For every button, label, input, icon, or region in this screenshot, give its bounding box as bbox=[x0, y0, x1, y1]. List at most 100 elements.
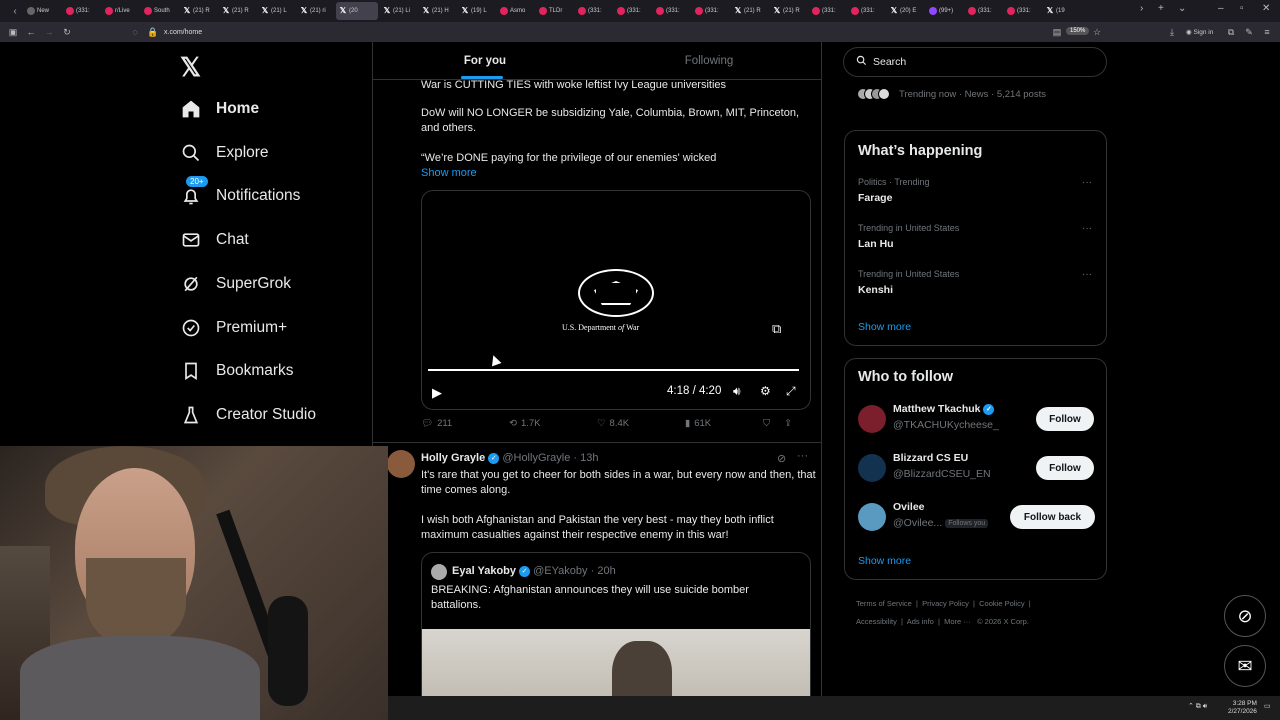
show-more-trends-link[interactable]: Show more bbox=[858, 321, 911, 333]
account-sign-in[interactable]: ◉ Sign in bbox=[1186, 28, 1213, 36]
grok-icon[interactable]: ⊘ bbox=[777, 452, 786, 465]
notification-center-icon[interactable]: ▭ bbox=[1264, 702, 1271, 710]
footer-link[interactable]: Cookie Policy bbox=[979, 599, 1024, 608]
author-handle[interactable]: @HollyGrayle bbox=[502, 452, 570, 464]
browser-tab[interactable]: 𝕏 (20 bbox=[336, 2, 378, 20]
search-box[interactable]: Search bbox=[843, 47, 1107, 77]
post-time[interactable]: 13h bbox=[580, 452, 598, 464]
browser-tab[interactable]: r/Live bbox=[102, 2, 139, 20]
browser-tab[interactable]: 𝕏 (21) R bbox=[219, 2, 256, 20]
footer-link[interactable]: Privacy Policy bbox=[922, 599, 969, 608]
extensions-icon[interactable]: ⧉ bbox=[1222, 27, 1240, 38]
trend-name[interactable]: Kenshi bbox=[858, 284, 893, 296]
browser-tab[interactable]: 𝕏 (21) ri bbox=[297, 2, 334, 20]
footer-link[interactable]: Ads info bbox=[907, 617, 934, 626]
browser-tab[interactable]: 𝕏 (21) L bbox=[258, 2, 295, 20]
play-icon[interactable]: ▶ bbox=[432, 385, 442, 401]
more-options-icon[interactable]: ··· bbox=[1082, 269, 1092, 280]
nav-notifications[interactable]: 20+ Notifications bbox=[180, 176, 300, 207]
x-logo-icon[interactable]: 𝕏 bbox=[180, 52, 201, 83]
close-window-icon[interactable]: ✕ bbox=[1262, 3, 1270, 14]
follow-button[interactable]: Follow bbox=[1036, 456, 1094, 480]
nav-supergrok[interactable]: SuperGrok bbox=[180, 273, 291, 295]
video-player[interactable]: U.S. Department of War ⧉ ▶ 4:18 / 4:20 🔊… bbox=[421, 190, 811, 410]
system-clock[interactable]: 3:28 PM 2/27/2026 bbox=[1228, 700, 1257, 716]
messages-fab-button[interactable]: ✉ bbox=[1224, 645, 1266, 687]
browser-tab[interactable]: (331: bbox=[692, 2, 729, 20]
minimize-icon[interactable]: – bbox=[1218, 3, 1224, 14]
bookmark-star-icon[interactable]: ☆ bbox=[1088, 27, 1106, 38]
video-progress-bar[interactable] bbox=[428, 369, 800, 371]
follow-back-button[interactable]: Follow back bbox=[1010, 505, 1095, 529]
trend-name[interactable]: Farage bbox=[858, 192, 892, 204]
more-options-icon[interactable]: ··· bbox=[1082, 177, 1092, 188]
views-button[interactable]: ▮ 61K bbox=[685, 418, 773, 429]
quote-image[interactable] bbox=[422, 629, 810, 696]
zoom-level[interactable]: 150% bbox=[1066, 27, 1090, 35]
follow-suggestion[interactable]: Ovilee @Ovilee... Follows you Follow back bbox=[858, 501, 1098, 537]
show-more-link[interactable]: Show more bbox=[421, 167, 477, 179]
browser-tab[interactable]: (331: bbox=[653, 2, 690, 20]
like-button[interactable]: ♡ 8.4K bbox=[597, 418, 685, 429]
browser-tab[interactable]: 𝕏 (21) R bbox=[731, 2, 768, 20]
shield-icon[interactable]: ◌ bbox=[126, 27, 144, 37]
footer-link[interactable]: Accessibility bbox=[856, 617, 897, 626]
menu-icon[interactable]: ≡ bbox=[1258, 27, 1276, 37]
browser-tab[interactable]: 𝕏 (21) R bbox=[770, 2, 807, 20]
browser-tab[interactable]: 𝕏 (20) E bbox=[887, 2, 924, 20]
share-icon[interactable]: ⇪ bbox=[784, 418, 792, 429]
nav-chat[interactable]: Chat bbox=[180, 229, 249, 251]
url-field[interactable]: x.com/home bbox=[164, 29, 202, 36]
tab-for-you[interactable]: For you bbox=[373, 42, 597, 79]
browser-tab[interactable]: (331: bbox=[63, 2, 100, 20]
tray-icons[interactable]: ⌃ ⧉ 🔊︎ bbox=[1188, 702, 1207, 711]
browser-tab[interactable]: 𝕏 (21) R bbox=[180, 2, 217, 20]
tab-following[interactable]: Following bbox=[597, 42, 821, 79]
more-options-icon[interactable]: ··· bbox=[1082, 223, 1092, 234]
browser-tab[interactable]: (331: bbox=[575, 2, 612, 20]
bookmark-post-icon[interactable]: ⛉ bbox=[763, 418, 770, 429]
nav-premium[interactable]: Premium+ bbox=[180, 317, 287, 339]
browser-tab[interactable]: 𝕏 (21) Li bbox=[380, 2, 417, 20]
repost-button[interactable]: ⟲ 1.7K bbox=[509, 418, 597, 429]
browser-tab[interactable]: 𝕏 (19 bbox=[1043, 2, 1080, 20]
browser-tab[interactable]: 𝕏 (19) L bbox=[458, 2, 495, 20]
tab-scroll-left-icon[interactable]: ‹ bbox=[6, 6, 24, 17]
browser-tab[interactable]: 𝕏 (21) H bbox=[419, 2, 456, 20]
footer-link[interactable]: Terms of Service bbox=[856, 599, 912, 608]
footer-link[interactable]: More ··· bbox=[944, 617, 971, 626]
browser-tab[interactable]: (331: bbox=[848, 2, 885, 20]
follow-suggestion[interactable]: Blizzard CS EU @BlizzardCSEU_EN Follow bbox=[858, 452, 1098, 488]
nav-explore[interactable]: Explore bbox=[180, 142, 269, 164]
browser-tab[interactable]: South bbox=[141, 2, 178, 20]
forward-icon[interactable]: → bbox=[40, 27, 58, 37]
pip-icon[interactable]: ⧉ bbox=[772, 321, 781, 337]
fullscreen-icon[interactable]: ⤢ bbox=[786, 384, 796, 399]
nav-creator-studio[interactable]: Creator Studio bbox=[180, 404, 316, 426]
tab-scroll-right-icon[interactable]: › bbox=[1140, 3, 1143, 14]
nav-home[interactable]: Home bbox=[180, 98, 259, 120]
grok-fab-button[interactable]: ⊘ bbox=[1224, 595, 1266, 637]
back-icon[interactable]: ← bbox=[22, 27, 40, 37]
browser-tab[interactable]: (331: bbox=[965, 2, 1002, 20]
quoted-post[interactable]: Eyal Yakoby ✓ @EYakoby · 20h BREAKING: A… bbox=[421, 552, 811, 696]
browser-tab[interactable]: TLDr bbox=[536, 2, 573, 20]
new-tab-icon[interactable]: + bbox=[1158, 3, 1164, 14]
reload-icon[interactable]: ↻ bbox=[58, 27, 76, 38]
browser-tab[interactable]: (331: bbox=[614, 2, 651, 20]
browser-tab[interactable]: New bbox=[24, 2, 61, 20]
sidebar-toggle-icon[interactable]: ▣ bbox=[4, 27, 22, 38]
volume-icon[interactable]: 🔊︎ bbox=[733, 384, 741, 399]
show-more-follow-link[interactable]: Show more bbox=[858, 555, 911, 567]
browser-tab[interactable]: (331: bbox=[1004, 2, 1041, 20]
trending-now-row[interactable]: Trending now · News · 5,214 posts bbox=[857, 88, 1046, 100]
extension-red-icon[interactable]: ✎ bbox=[1240, 27, 1258, 38]
follow-suggestion[interactable]: Matthew Tkachuk ✓ @TKACHUKycheese_ Follo… bbox=[858, 403, 1098, 439]
tab-list-icon[interactable]: ⌄ bbox=[1178, 3, 1186, 14]
trend-name[interactable]: Lan Hu bbox=[858, 238, 894, 250]
downloads-icon[interactable]: ⤓ bbox=[1163, 27, 1181, 38]
follow-button[interactable]: Follow bbox=[1036, 407, 1094, 431]
maximize-icon[interactable]: ▫ bbox=[1240, 3, 1244, 14]
browser-tab[interactable]: (99+) bbox=[926, 2, 963, 20]
nav-bookmarks[interactable]: Bookmarks bbox=[180, 360, 294, 382]
